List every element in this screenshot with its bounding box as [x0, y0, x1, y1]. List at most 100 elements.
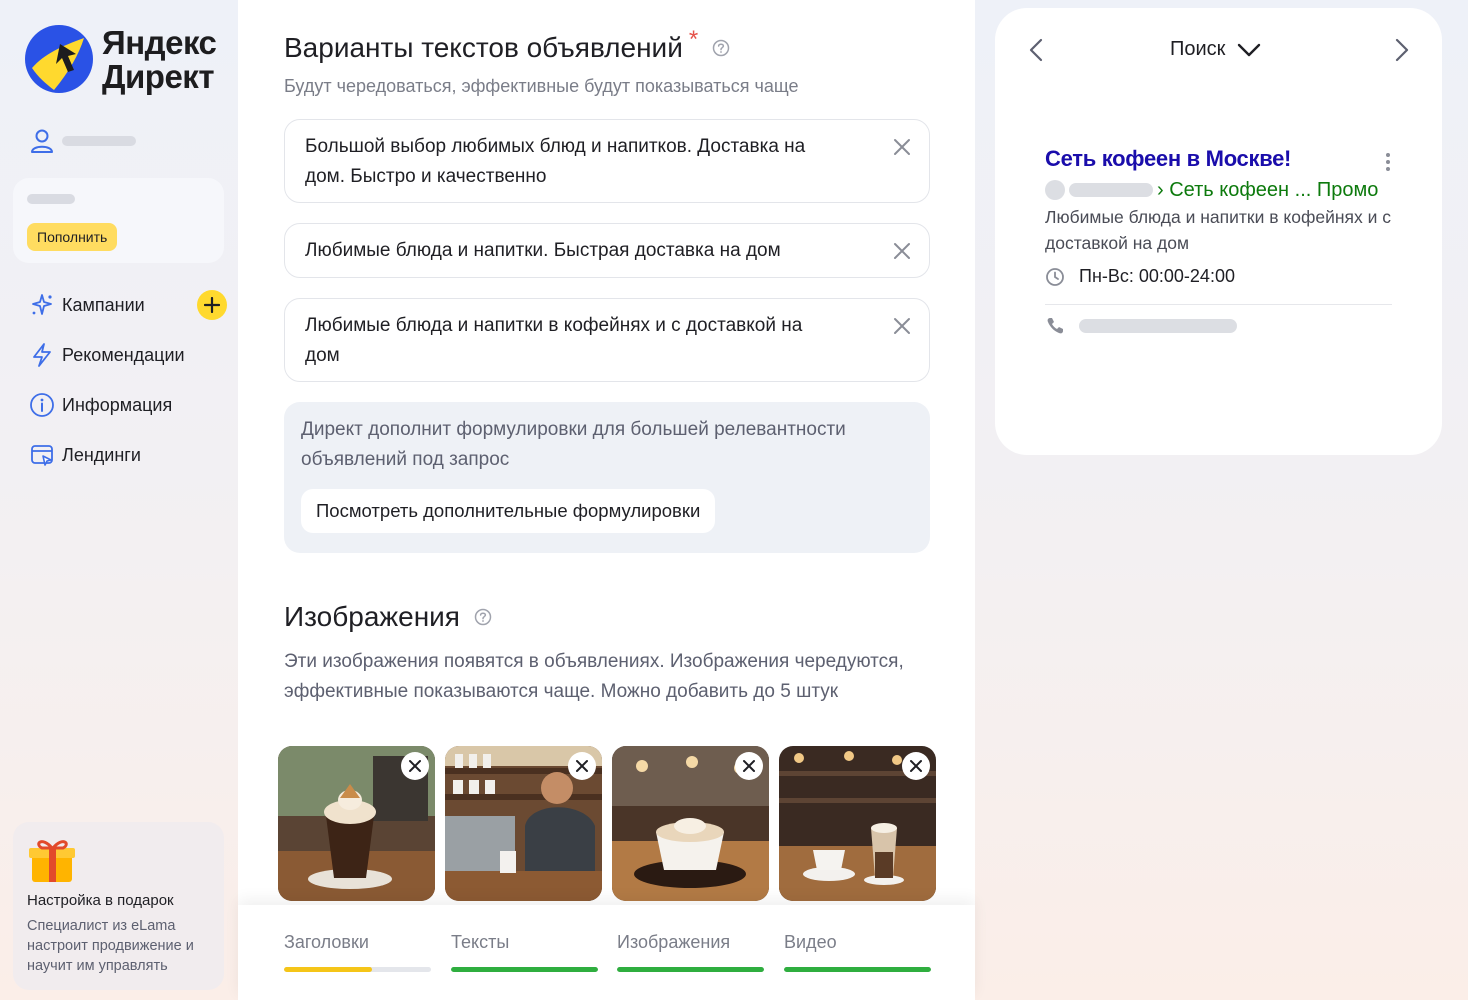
- phone-icon: [1047, 318, 1063, 334]
- more-vertical-icon[interactable]: [1385, 152, 1391, 172]
- favicon-placeholder: [1045, 180, 1065, 200]
- close-icon: [409, 760, 421, 772]
- help-icon[interactable]: [712, 39, 730, 57]
- sidebar-item-label: Рекомендации: [62, 344, 185, 365]
- sidebar-item-label: Лендинги: [62, 444, 141, 465]
- close-icon[interactable]: [891, 315, 913, 337]
- auto-phrases-info: Директ дополнит формулировки для большей…: [301, 419, 846, 470]
- tab-headlines[interactable]: Заголовки: [284, 905, 431, 1000]
- tab-video[interactable]: Видео: [784, 905, 931, 1000]
- close-icon[interactable]: [891, 240, 913, 262]
- chevron-left-icon[interactable]: [1023, 36, 1051, 64]
- tab-progress: [451, 967, 598, 972]
- remove-image-button[interactable]: [735, 752, 763, 780]
- add-campaign-button[interactable]: [197, 290, 227, 320]
- ad-text-card[interactable]: Любимые блюда и напитки. Быстрая доставк…: [284, 223, 930, 278]
- help-icon[interactable]: [474, 608, 492, 626]
- ad-editor: Варианты текстов объявлений * Будут чере…: [238, 0, 975, 1000]
- ad-text-card[interactable]: Большой выбор любимых блюд и напитков. Д…: [284, 119, 930, 203]
- ad-preview-phone[interactable]: [1045, 316, 1237, 336]
- ad-text: Любимые блюда и напитки в кофейнях и с д…: [305, 315, 803, 366]
- user-name-placeholder: [62, 136, 136, 146]
- remove-image-button[interactable]: [902, 752, 930, 780]
- balance-card: Пополнить: [13, 178, 224, 263]
- image-thumbnail[interactable]: [612, 746, 769, 901]
- chevron-down-icon: [1238, 43, 1261, 56]
- tab-label: Заголовки: [284, 932, 369, 952]
- chevron-right-icon[interactable]: [1387, 36, 1415, 64]
- view-more-phrases-button[interactable]: Посмотреть дополнительные формулировки: [301, 489, 716, 533]
- ad-preview-title[interactable]: Сеть кофеен в Москве!: [1045, 146, 1291, 172]
- ad-text: Любимые блюда и напитки. Быстрая доставк…: [305, 240, 781, 261]
- auto-phrases-card: Директ дополнит формулировки для большей…: [284, 402, 930, 553]
- ad-text: Большой выбор любимых блюд и напитков. Д…: [305, 136, 806, 187]
- sidebar: Яндекс Директ Пополнить Кампании Рекомен…: [0, 0, 238, 1000]
- remove-image-button[interactable]: [401, 752, 429, 780]
- close-icon: [576, 760, 588, 772]
- tab-label: Изображения: [617, 932, 731, 952]
- sidebar-item-information[interactable]: Информация: [28, 380, 223, 430]
- preview-mode-label: Поиск: [1170, 38, 1226, 60]
- tab-progress-fill: [284, 967, 373, 972]
- promo-card[interactable]: Настройка в подарок Специалист из eLama …: [13, 822, 224, 990]
- tab-progress: [784, 967, 931, 972]
- tab-progress: [617, 967, 764, 972]
- images-section-title: Изображения: [284, 601, 492, 633]
- sidebar-item-label: Кампании: [62, 294, 145, 315]
- logo-line-2: Директ: [102, 58, 214, 95]
- texts-section-title: Варианты текстов объявлений *: [284, 26, 730, 64]
- logo-text: Яндекс Директ: [102, 24, 217, 95]
- ad-breadcrumb: › Сеть кофеен ... Промо: [1157, 178, 1379, 201]
- tab-progress-fill: [451, 967, 598, 972]
- image-thumbnail[interactable]: [445, 746, 602, 901]
- topup-button[interactable]: Пополнить: [27, 223, 118, 251]
- user-icon: [31, 129, 53, 153]
- ad-preview-hours: Пн-Вс: 00:00-24:00: [1045, 266, 1235, 287]
- tab-texts[interactable]: Тексты: [451, 905, 598, 1000]
- tab-progress-fill: [617, 967, 764, 972]
- tab-progress-fill: [784, 967, 931, 972]
- preview-mode-select[interactable]: Поиск: [1170, 38, 1261, 61]
- close-icon[interactable]: [891, 136, 913, 158]
- logo-mark-icon: [25, 25, 93, 93]
- logo-line-1: Яндекс: [102, 24, 217, 61]
- tab-images[interactable]: Изображения: [617, 905, 764, 1000]
- phone-placeholder: [1079, 319, 1237, 333]
- gift-icon: [29, 840, 75, 882]
- ad-hours-text: Пн-Вс: 00:00-24:00: [1079, 266, 1235, 286]
- tab-label: Тексты: [451, 932, 510, 952]
- sidebar-nav: Кампании Рекомендации Информация Лендинг…: [28, 280, 227, 480]
- images-section-description: Эти изображения появятся в объявлениях. …: [284, 651, 904, 702]
- sidebar-item-landings[interactable]: Лендинги: [28, 430, 223, 480]
- lightning-icon: [28, 341, 56, 369]
- tab-progress: [284, 967, 431, 972]
- plus-icon: [204, 297, 220, 313]
- sidebar-item-recommendations[interactable]: Рекомендации: [28, 330, 223, 380]
- info-icon: [28, 391, 56, 419]
- images-title-label: Изображения: [284, 601, 460, 632]
- texts-title-label: Варианты текстов объявлений: [284, 32, 683, 63]
- texts-section-subtitle: Будут чередоваться, эффективные будут по…: [284, 76, 799, 96]
- close-icon: [910, 760, 922, 772]
- remove-image-button[interactable]: [568, 752, 596, 780]
- sparkle-icon: [28, 291, 56, 319]
- image-thumbnail[interactable]: [779, 746, 936, 901]
- promo-title: Настройка в подарок: [27, 892, 174, 909]
- ad-preview: Поиск Сеть кофеен в Москве! › Сеть кофее…: [995, 8, 1442, 455]
- landing-icon: [28, 441, 56, 469]
- required-mark: *: [688, 26, 699, 53]
- sidebar-item-label: Информация: [62, 394, 173, 415]
- divider: [1045, 304, 1392, 305]
- close-icon: [743, 760, 755, 772]
- yandex-direct-logo[interactable]: Яндекс Директ: [24, 24, 224, 96]
- tab-label: Видео: [784, 932, 837, 952]
- image-thumbnail[interactable]: [278, 746, 435, 901]
- clock-icon: [1046, 267, 1064, 286]
- progress-tabs: Заголовки Тексты Изображения Видео: [238, 905, 975, 1000]
- ad-text-card[interactable]: Любимые блюда и напитки в кофейнях и с д…: [284, 298, 930, 382]
- sidebar-item-campaigns[interactable]: Кампании: [28, 280, 227, 330]
- ad-preview-description: Любимые блюда и напитки в кофейнях и с д…: [1045, 207, 1391, 253]
- balance-placeholder: [27, 194, 75, 204]
- user-account[interactable]: [28, 126, 136, 156]
- ad-preview-url[interactable]: › Сеть кофеен ... Промо: [1045, 178, 1378, 202]
